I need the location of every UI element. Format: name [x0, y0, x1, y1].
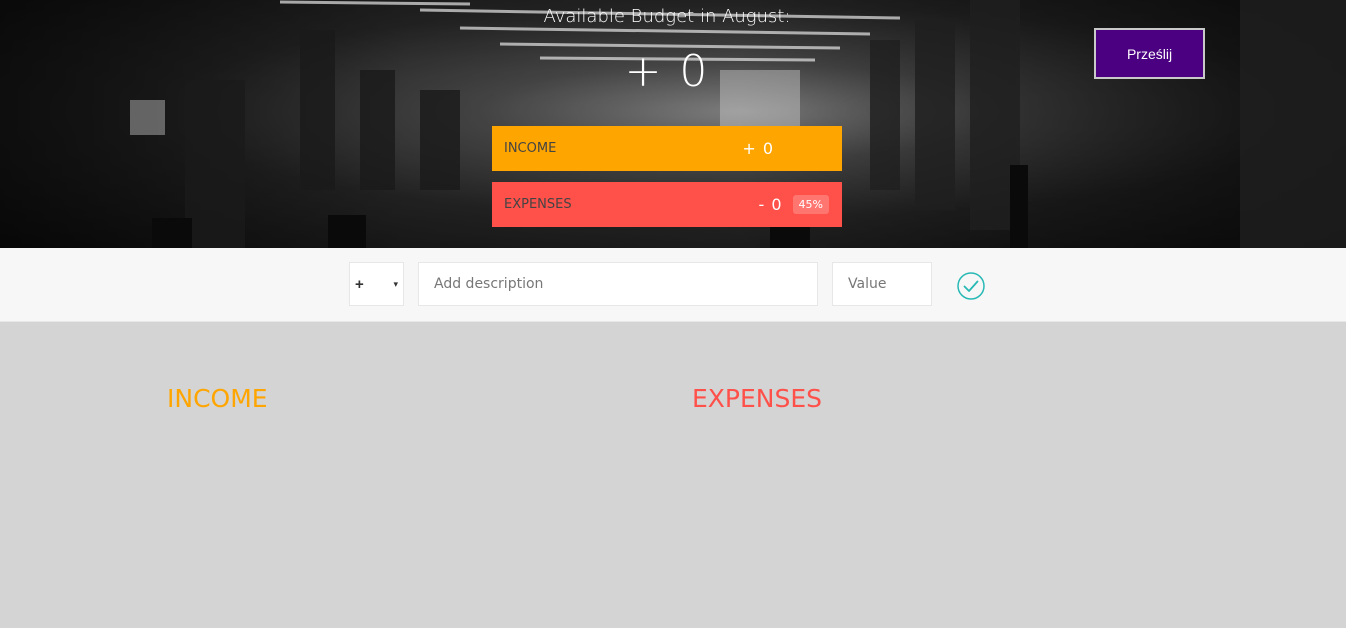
confirm-button[interactable]	[956, 271, 986, 301]
type-select[interactable]: + ▾	[349, 262, 404, 306]
budget-title: Available Budget in August:	[543, 6, 791, 27]
expenses-summary-value: - 0	[758, 195, 783, 214]
expenses-summary: EXPENSES - 0 45%	[492, 182, 842, 227]
add-item-bar: + ▾	[0, 248, 1346, 322]
description-input[interactable]	[418, 262, 818, 306]
expenses-summary-label: EXPENSES	[504, 197, 572, 212]
income-summary-label: INCOME	[504, 141, 557, 156]
income-list-title: INCOME	[167, 384, 268, 413]
header-section: Available Budget in August: + 0 INCOME +…	[0, 0, 1346, 248]
check-circle-icon	[957, 272, 985, 300]
expenses-list-title: EXPENSES	[692, 384, 823, 413]
value-input[interactable]	[832, 262, 932, 306]
income-summary: INCOME + 0	[492, 126, 842, 171]
submit-button[interactable]: Prześlij	[1094, 28, 1205, 79]
chevron-down-icon: ▾	[393, 278, 398, 289]
type-select-value: +	[355, 275, 364, 293]
budget-value: + 0	[624, 46, 710, 97]
income-summary-value: + 0	[742, 139, 774, 158]
expenses-percentage-badge: 45%	[792, 195, 829, 214]
